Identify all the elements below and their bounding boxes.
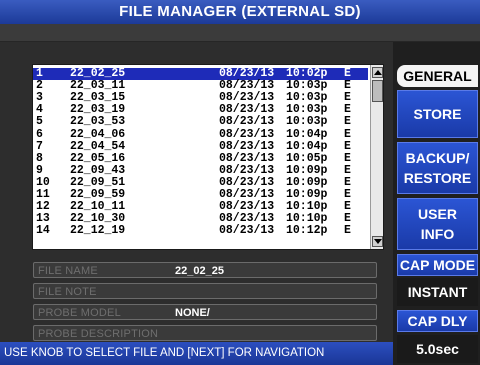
file-row[interactable]: 9 22_09_43 08/23/13 10:09p E <box>33 163 368 177</box>
file-row[interactable]: 6 22_04_06 08/23/13 10:04p E <box>33 127 368 141</box>
probe-model-label: PROBE MODEL <box>38 307 121 319</box>
arrow-down-icon <box>374 239 382 244</box>
cap-mode-value: INSTANT <box>397 278 478 306</box>
menu-cap-mode-button[interactable]: CAP MODE <box>397 254 478 276</box>
menu-user-info-button[interactable]: USER INFO <box>397 198 478 250</box>
file-index-cell: 6 <box>36 127 43 141</box>
file-date-cell: 08/23/13 <box>219 139 275 153</box>
menu-cap-dly-button[interactable]: CAP DLY <box>397 310 478 332</box>
probe-description-label: PROBE DESCRIPTION <box>38 328 159 340</box>
file-time-cell: 10:03p <box>286 115 328 129</box>
file-note-field[interactable]: FILE NOTE <box>33 283 377 299</box>
file-name-field[interactable]: FILE NAME 22_02_25 <box>33 262 377 278</box>
file-index-cell: 7 <box>36 139 43 153</box>
file-note-label: FILE NOTE <box>38 286 97 298</box>
header-band <box>0 24 480 42</box>
file-name-cell: 22_03_53 <box>70 115 126 129</box>
file-name-cell: 22_05_16 <box>70 151 126 165</box>
file-date-cell: 08/23/13 <box>219 115 275 129</box>
probe-description-field[interactable]: PROBE DESCRIPTION <box>33 325 377 341</box>
menu-store-button[interactable]: STORE <box>397 90 478 138</box>
scroll-thumb[interactable] <box>372 80 383 102</box>
file-type-cell: E <box>344 139 351 153</box>
window-title: FILE MANAGER (EXTERNAL SD) <box>0 0 480 24</box>
file-index-cell: 9 <box>36 163 43 177</box>
file-type-cell: E <box>344 163 351 177</box>
file-row[interactable]: 5 22_03_53 08/23/13 10:03p E <box>33 116 368 128</box>
file-date-cell: 08/23/13 <box>219 163 275 177</box>
menu-general-label: GENERAL <box>403 68 472 84</box>
file-name-label: FILE NAME <box>38 265 98 277</box>
file-time-cell: 10:04p <box>286 127 328 141</box>
file-list[interactable]: 1 22_02_25 08/23/13 10:02p E 2 22_03_11 08/23/1… <box>32 64 384 250</box>
menu-cap-dly-label: CAP DLY <box>407 313 468 329</box>
file-type-cell: E <box>344 151 351 165</box>
file-time-cell: 10:12p <box>286 224 328 238</box>
file-name-cell: 22_04_06 <box>70 127 126 141</box>
file-type-cell: E <box>344 224 351 238</box>
cap-dly-value: 5.0sec <box>397 335 478 363</box>
file-row[interactable]: 7 22_04_54 08/23/13 10:04p E <box>33 139 368 153</box>
menu-backup-restore-button[interactable]: BACKUP/ RESTORE <box>397 142 478 194</box>
file-index-cell: 14 <box>36 224 50 238</box>
file-name-cell: 22_12_19 <box>70 224 126 238</box>
file-time-cell: 10:05p <box>286 151 328 165</box>
file-index-cell: 5 <box>36 115 43 129</box>
scroll-up-button[interactable] <box>372 67 383 78</box>
menu-store-label: STORE <box>413 106 462 122</box>
menu-general-button[interactable]: GENERAL <box>397 65 478 87</box>
menu-cap-mode-label: CAP MODE <box>399 257 476 273</box>
file-type-cell: E <box>344 115 351 129</box>
menu-user-label: USER <box>418 206 457 222</box>
file-row[interactable]: 14 22_12_19 08/23/13 10:12p E <box>33 225 368 237</box>
file-name-cell: 22_09_43 <box>70 163 126 177</box>
probe-model-field[interactable]: PROBE MODEL NONE/ <box>33 304 377 320</box>
file-name-cell: 22_04_54 <box>70 139 126 153</box>
arrow-up-icon <box>374 70 382 75</box>
probe-model-value: NONE/ <box>175 307 210 319</box>
file-index-cell: 8 <box>36 151 43 165</box>
list-scrollbar[interactable] <box>370 65 383 249</box>
file-date-cell: 08/23/13 <box>219 151 275 165</box>
file-name-value: 22_02_25 <box>175 265 224 277</box>
menu-info-label: INFO <box>420 226 455 242</box>
menu-restore-label: RESTORE <box>403 170 472 186</box>
file-date-cell: 08/23/13 <box>219 224 275 238</box>
file-row[interactable]: 8 22_05_16 08/23/13 10:05p E <box>33 151 368 165</box>
file-time-cell: 10:04p <box>286 139 328 153</box>
file-type-cell: E <box>344 127 351 141</box>
menu-backup-label: BACKUP/ <box>405 150 470 166</box>
side-menu: GENERAL STORE BACKUP/ RESTORE USER INFO … <box>393 42 480 365</box>
scroll-down-button[interactable] <box>372 236 383 247</box>
file-date-cell: 08/23/13 <box>219 127 275 141</box>
status-bar: USE KNOB TO SELECT FILE AND [NEXT] FOR N… <box>0 342 393 365</box>
file-time-cell: 10:09p <box>286 163 328 177</box>
